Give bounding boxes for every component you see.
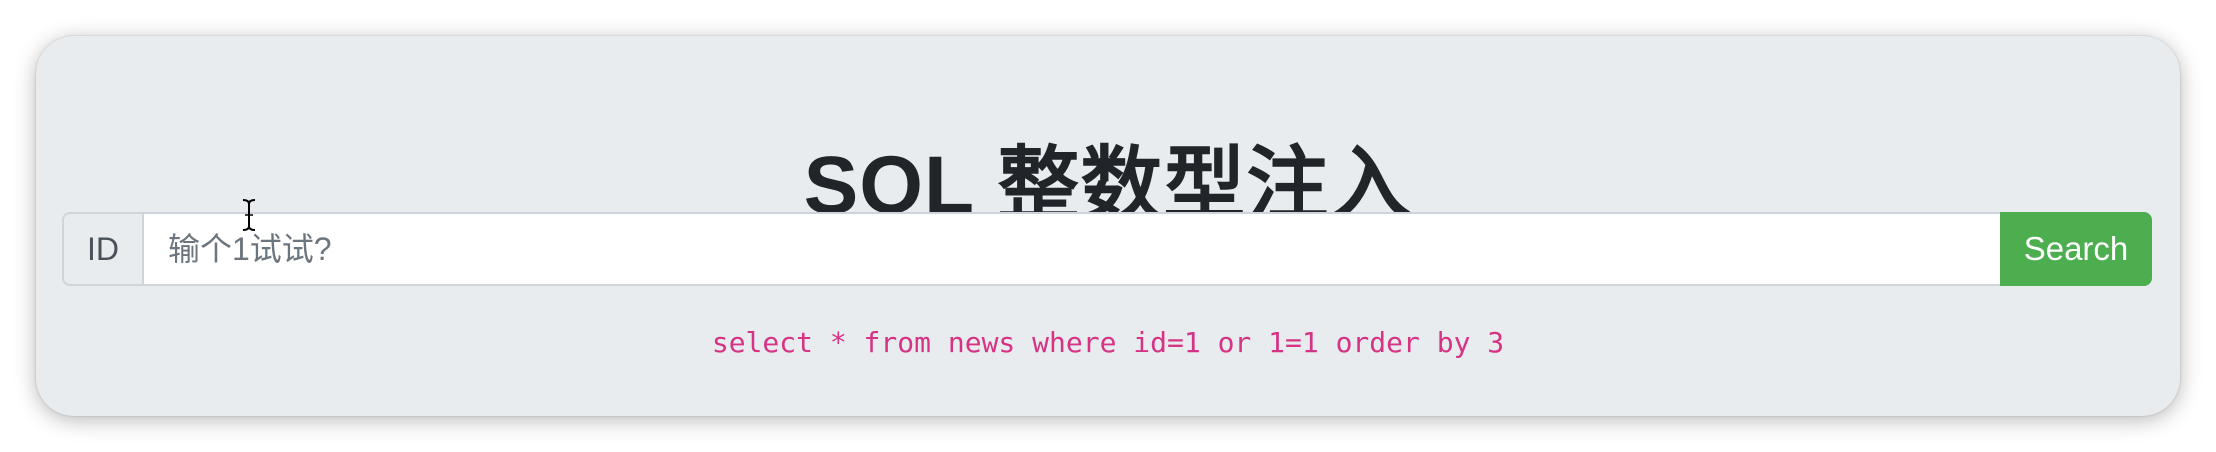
search-button[interactable]: Search [2000,212,2152,286]
sql-query-text: select * from news where id=1 or 1=1 ord… [711,326,1505,359]
text-cursor-icon [242,199,256,231]
main-card: SQL 整数型注入 ID Search select * from news w… [36,36,2180,416]
id-input[interactable] [142,212,2000,286]
id-addon-label: ID [62,212,142,286]
id-search-form: ID Search [62,212,2152,286]
